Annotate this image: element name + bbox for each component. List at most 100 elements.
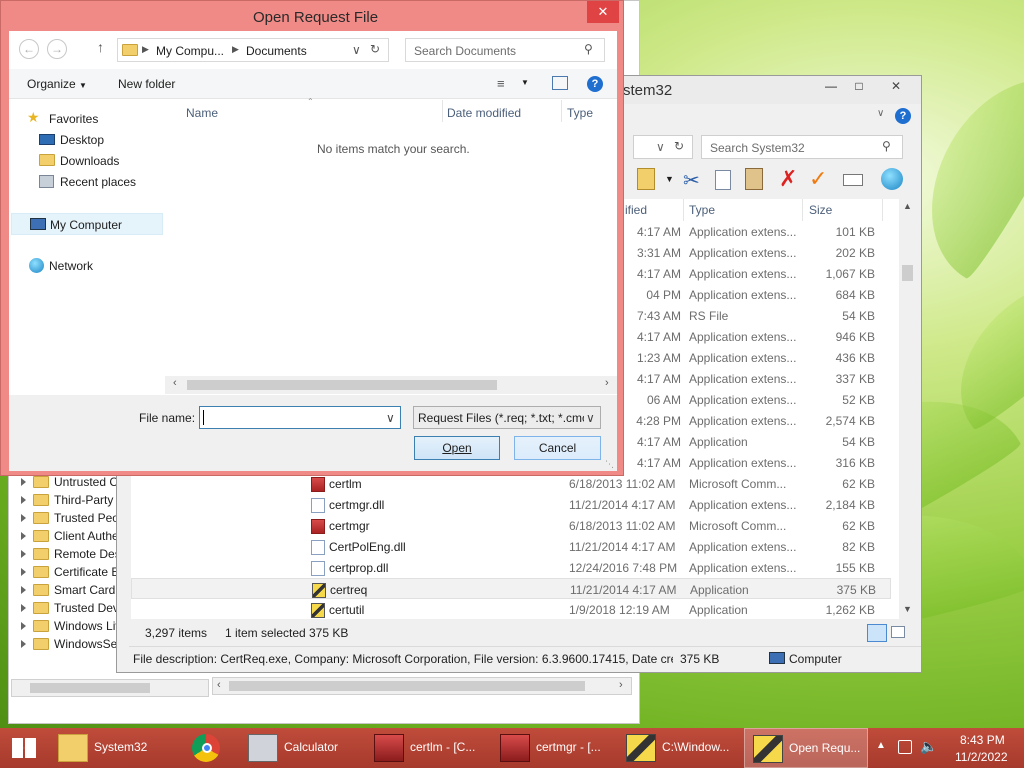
taskbar-calculator[interactable]: Calculator xyxy=(240,728,364,768)
nav-my-computer[interactable]: My Computer xyxy=(11,213,163,235)
cut-icon[interactable]: ✂ xyxy=(683,168,700,193)
close-button[interactable]: ✕ xyxy=(873,76,919,98)
column-size-header[interactable]: Size xyxy=(809,203,832,217)
chevron-down-icon[interactable]: ∨ xyxy=(656,140,665,154)
column-name-header[interactable]: Name xyxy=(186,106,218,120)
address-bar[interactable]: ▶ My Compu... ▶ Documents ∨ ↻ xyxy=(117,38,389,62)
forward-button[interactable]: → xyxy=(47,39,67,59)
help-icon[interactable]: ? xyxy=(895,108,911,124)
file-row[interactable]: certmgr 6/18/2013 11:02 AM Microsoft Comm.… xyxy=(131,515,891,536)
refresh-icon[interactable]: ↻ xyxy=(370,42,380,56)
tree-item[interactable]: Client Authen xyxy=(9,527,125,545)
file-row[interactable]: certutil 1/9/2018 12:19 AM Application 1,26… xyxy=(131,599,891,620)
nav-desktop[interactable]: Desktop xyxy=(39,131,163,149)
scroll-down-icon[interactable]: ▼ xyxy=(903,604,912,614)
organize-button[interactable]: Organize ▼ xyxy=(27,77,87,91)
resize-grip[interactable]: ⋱ xyxy=(605,459,614,470)
column-date-header[interactable]: ified xyxy=(625,203,647,217)
large-icons-view-icon[interactable] xyxy=(891,626,905,638)
scroll-left-icon[interactable]: ‹ xyxy=(217,679,221,691)
tree-item[interactable]: Trusted Devic xyxy=(9,599,128,617)
search-system32[interactable]: Search System32 ⚲ xyxy=(701,135,903,159)
tree-item[interactable]: Certificate En xyxy=(9,563,126,581)
tree-item[interactable]: Third-Party R xyxy=(9,491,125,509)
folder-tree[interactable]: Untrusted Ce Third-Party R Trusted Peop … xyxy=(9,469,128,653)
chevron-down-icon[interactable]: ∨ xyxy=(877,108,884,119)
breadcrumb-computer[interactable]: My Compu... xyxy=(156,44,224,58)
refresh-icon[interactable]: ↻ xyxy=(674,139,684,153)
chevron-down-icon[interactable]: ▼ xyxy=(521,78,529,87)
file-size: 316 KB xyxy=(835,456,875,470)
chevron-down-icon[interactable]: ∨ xyxy=(586,411,595,425)
chevron-down-icon[interactable]: ∨ xyxy=(352,43,361,57)
delete-icon[interactable]: ✗ xyxy=(779,166,797,192)
up-button[interactable]: ↑ xyxy=(97,39,104,55)
scroll-thumb[interactable] xyxy=(229,681,585,691)
horizontal-scrollbar[interactable]: ‹ › xyxy=(165,376,617,394)
file-area[interactable]: ⌃ Name Date modified Type No items match… xyxy=(165,97,617,395)
clock-date[interactable]: 11/2/2022 xyxy=(955,750,1008,764)
globe-icon[interactable] xyxy=(881,168,903,190)
cancel-button[interactable]: Cancel xyxy=(514,436,601,460)
tree-item[interactable]: Windows Live xyxy=(9,617,128,635)
details-view-icon[interactable] xyxy=(867,624,887,642)
scroll-up-icon[interactable]: ▲ xyxy=(903,201,912,211)
start-button[interactable] xyxy=(0,728,48,768)
scroll-thumb[interactable] xyxy=(902,265,913,281)
rename-icon[interactable] xyxy=(843,174,863,186)
properties-icon[interactable] xyxy=(637,168,655,190)
file-type-select[interactable]: Request Files (*.req; *.txt; *.cmc ∨ xyxy=(413,406,601,429)
nav-downloads[interactable]: Downloads xyxy=(39,152,163,170)
show-hidden-icons-icon[interactable]: ▲ xyxy=(876,740,886,751)
help-icon[interactable]: ? xyxy=(587,76,603,92)
paste-icon[interactable] xyxy=(745,168,763,190)
address-bar[interactable]: ∨ ↻ xyxy=(633,135,693,159)
copy-icon[interactable] xyxy=(715,170,731,190)
taskbar-certmgr[interactable]: certmgr - [... xyxy=(492,728,616,768)
new-folder-button[interactable]: New folder xyxy=(118,77,175,91)
taskbar-open-request[interactable]: Open Requ... xyxy=(744,728,868,768)
file-row[interactable]: CertPolEng.dll 11/21/2014 4:17 AM Applicat… xyxy=(131,536,891,557)
preview-pane-icon[interactable] xyxy=(552,76,568,90)
file-row[interactable]: certmgr.dll 11/21/2014 4:17 AM Application… xyxy=(131,494,891,515)
view-options-icon[interactable]: ≡ xyxy=(497,76,505,91)
clock-time[interactable]: 8:43 PM xyxy=(960,733,1005,747)
nav-network[interactable]: Network xyxy=(27,257,163,275)
chevron-down-icon[interactable]: ∨ xyxy=(386,411,395,425)
chevron-down-icon[interactable]: ▼ xyxy=(665,174,674,184)
tree-item[interactable]: Remote Desk xyxy=(9,545,127,563)
tree-item[interactable]: Smart Card T xyxy=(9,581,126,599)
file-row[interactable]: certreq 11/21/2014 4:17 AM Application 375 … xyxy=(131,578,891,599)
horizontal-scrollbar[interactable]: ‹ › xyxy=(212,677,632,695)
taskbar-system32[interactable]: System32 xyxy=(50,728,174,768)
back-button[interactable]: ← xyxy=(19,39,39,59)
tree-item[interactable]: WindowsServ xyxy=(9,635,127,653)
taskbar-cmd[interactable]: C:\Window... xyxy=(618,728,742,768)
checkmark-icon[interactable]: ✓ xyxy=(809,166,827,192)
column-type-header[interactable]: Type xyxy=(567,106,593,120)
volume-icon[interactable]: 🔈 xyxy=(920,738,937,755)
taskbar-certlm[interactable]: certlm - [C... xyxy=(366,728,490,768)
action-center-icon[interactable] xyxy=(898,740,912,754)
scroll-left-icon[interactable]: ‹ xyxy=(173,377,177,389)
tree-item[interactable]: Trusted Peop xyxy=(9,509,126,527)
close-button[interactable]: ✕ xyxy=(587,1,619,23)
open-button[interactable]: Open xyxy=(414,436,500,460)
column-date-header[interactable]: Date modified xyxy=(447,106,521,120)
nav-favorites[interactable]: ★ Favorites xyxy=(27,109,163,128)
column-type-header[interactable]: Type xyxy=(689,203,715,217)
nav-recent-places[interactable]: Recent places xyxy=(39,173,163,191)
taskbar-chrome[interactable] xyxy=(176,728,238,768)
file-row[interactable]: certlm 6/18/2013 11:02 AM Microsoft Comm..… xyxy=(131,473,891,494)
file-name-input[interactable]: ∨ xyxy=(199,406,401,429)
vertical-scrollbar[interactable]: ▲ ▼ xyxy=(899,199,916,619)
minimize-button[interactable]: — xyxy=(817,76,845,98)
breadcrumb-documents[interactable]: Documents xyxy=(246,44,307,58)
maximize-button[interactable]: □ xyxy=(845,76,873,98)
scroll-right-icon[interactable]: › xyxy=(619,679,623,691)
tree-scrollbar[interactable] xyxy=(11,679,209,697)
scroll-thumb[interactable] xyxy=(187,380,497,390)
search-input[interactable]: Search Documents ⚲ xyxy=(405,38,605,62)
file-row[interactable]: certprop.dll 12/24/2016 7:48 PM Applicatio… xyxy=(131,557,891,578)
scroll-right-icon[interactable]: › xyxy=(605,377,609,389)
